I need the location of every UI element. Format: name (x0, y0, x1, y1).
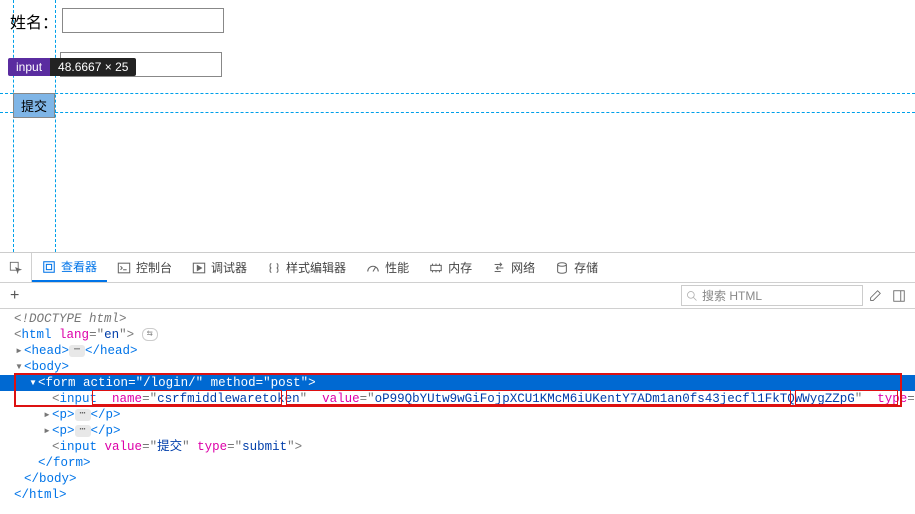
tab-memory[interactable]: 内存 (419, 253, 482, 282)
tree-line-p1[interactable]: ▸<p>⋯</p> (0, 407, 915, 423)
debugger-icon (192, 261, 206, 275)
devtools-toolbar: + 搜索 HTML (0, 283, 915, 309)
measurement-tag: input (8, 58, 50, 76)
tree-line-head[interactable]: ▸<head>⋯</head> (0, 343, 915, 359)
submit-wrap: 提交 (13, 93, 55, 118)
tab-label: 内存 (448, 259, 472, 276)
html-search-input[interactable]: 搜索 HTML (681, 285, 863, 306)
tab-console[interactable]: 控制台 (107, 253, 182, 282)
guide-line-h-bottom (0, 112, 915, 113)
name-row: 姓名： (10, 8, 224, 33)
styleeditor-icon (267, 261, 281, 275)
tab-label: 控制台 (136, 259, 172, 276)
tab-debugger[interactable]: 调试器 (182, 253, 257, 282)
memory-icon (429, 261, 443, 275)
tab-performance[interactable]: 性能 (356, 253, 419, 282)
ellipsis-icon: ⋯ (75, 409, 91, 421)
devtools-panel: 查看器 控制台 调试器 样式编辑器 性能 内存 网络 存储 (0, 252, 915, 514)
tree-line-submit-input[interactable]: <input value="提交" type="submit"> (0, 439, 915, 455)
tree-line-body-open[interactable]: ▾<body> (0, 359, 915, 375)
scroll-pill: ⇆ (142, 328, 158, 341)
tab-storage[interactable]: 存储 (545, 253, 608, 282)
tab-label: 调试器 (211, 259, 247, 276)
name-label: 姓名： (10, 9, 58, 33)
tree-line-body-close[interactable]: </body> (0, 471, 915, 487)
rendered-page: 姓名： input 48.6667 × 25 提交 (0, 0, 915, 252)
tab-styleeditor[interactable]: 样式编辑器 (257, 253, 356, 282)
search-placeholder: 搜索 HTML (702, 287, 762, 304)
network-icon (492, 261, 506, 275)
ellipsis-icon: ⋯ (75, 425, 91, 437)
tree-line-form-close[interactable]: </form> (0, 455, 915, 471)
tree-line-p2[interactable]: ▸<p>⋯</p> (0, 423, 915, 439)
tab-label: 存储 (574, 259, 598, 276)
guide-line-h-top (0, 93, 915, 94)
storage-icon (555, 261, 569, 275)
tab-network[interactable]: 网络 (482, 253, 545, 282)
console-icon (117, 261, 131, 275)
tab-inspector[interactable]: 查看器 (32, 253, 107, 282)
tab-label: 查看器 (61, 258, 97, 275)
tree-line-html-close[interactable]: </html> (0, 487, 915, 503)
submit-button[interactable]: 提交 (13, 93, 55, 118)
ellipsis-icon: ⋯ (69, 345, 85, 357)
inspector-icon (42, 260, 56, 274)
devtools-tabs-bar: 查看器 控制台 调试器 样式编辑器 性能 内存 网络 存储 (0, 253, 915, 283)
tree-line-html-open[interactable]: <html lang="en"> ⇆ (0, 327, 915, 343)
performance-icon (366, 261, 380, 275)
search-icon (686, 290, 698, 302)
toggle-split-button[interactable] (887, 285, 911, 307)
name-input[interactable] (62, 8, 224, 33)
element-measurement-tooltip: input 48.6667 × 25 (8, 58, 136, 76)
add-element-button[interactable]: + (4, 287, 25, 305)
tab-label: 性能 (385, 259, 409, 276)
measurement-dims: 48.6667 × 25 (50, 58, 136, 76)
tree-line-form-open[interactable]: ▾<form action="/login/" method="post"> (0, 375, 915, 391)
edit-html-button[interactable] (863, 285, 887, 307)
tree-line-csrf-input[interactable]: <input name="csrfmiddlewaretoken" value=… (0, 391, 915, 407)
tab-label: 网络 (511, 259, 535, 276)
tab-label: 样式编辑器 (286, 259, 346, 276)
guide-line-v-left (13, 0, 14, 252)
picker-icon (9, 261, 23, 275)
dom-tree[interactable]: <!DOCTYPE html> <html lang="en"> ⇆ ▸<hea… (0, 309, 915, 509)
guide-line-v-right (55, 0, 56, 252)
element-picker-button[interactable] (0, 253, 32, 282)
tree-line-doctype[interactable]: <!DOCTYPE html> (0, 311, 915, 327)
